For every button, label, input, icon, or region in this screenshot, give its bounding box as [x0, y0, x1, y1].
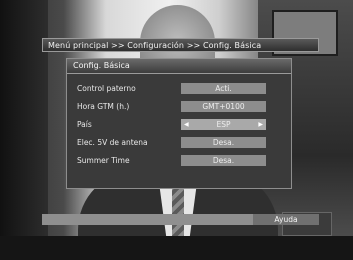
setting-row-summer-time[interactable]: Summer Time Desa. — [77, 154, 277, 171]
setting-value-text: Acti. — [215, 84, 232, 93]
dialog-title: Config. Básica — [67, 59, 291, 74]
setting-label: Elec. 5V de antena — [77, 138, 148, 147]
setting-label: Summer Time — [77, 156, 130, 165]
setting-value-hora-gtm[interactable]: GMT+0100 — [181, 101, 266, 112]
background-left-shadow — [0, 0, 48, 260]
config-basica-dialog: Config. Básica Control paterno Acti. Hor… — [66, 58, 292, 189]
setting-value-text: Desa. — [212, 138, 235, 147]
setting-row-elec-5v[interactable]: Elec. 5V de antena Desa. — [77, 136, 277, 153]
arrow-left-icon[interactable]: ◀ — [184, 119, 189, 130]
setting-row-hora-gtm[interactable]: Hora GTM (h.) GMT+0100 — [77, 100, 277, 117]
setting-row-control-paterno[interactable]: Control paterno Acti. — [77, 82, 277, 99]
arrow-right-icon[interactable]: ▶ — [258, 119, 263, 130]
breadcrumb: Menú principal >> Configuración >> Confi… — [42, 38, 319, 52]
help-button[interactable]: Ayuda — [253, 214, 319, 225]
setting-value-control-paterno[interactable]: Acti. — [181, 83, 266, 94]
setting-value-text: ESP — [216, 120, 231, 129]
setting-value-summer-time[interactable]: Desa. — [181, 155, 266, 166]
setting-row-pais[interactable]: País ◀ ESP ▶ — [77, 118, 277, 135]
settings-list: Control paterno Acti. Hora GTM (h.) GMT+… — [77, 82, 277, 167]
setting-label: Control paterno — [77, 84, 136, 93]
setting-label: Hora GTM (h.) — [77, 102, 130, 111]
help-bar: Ayuda — [42, 214, 319, 225]
setting-value-text: GMT+0100 — [202, 102, 245, 111]
setting-value-text: Desa. — [212, 156, 235, 165]
setting-value-pais[interactable]: ◀ ESP ▶ — [181, 119, 266, 130]
background-bottom-band — [0, 236, 353, 260]
setting-value-elec-5v[interactable]: Desa. — [181, 137, 266, 148]
setting-label: País — [77, 120, 92, 129]
